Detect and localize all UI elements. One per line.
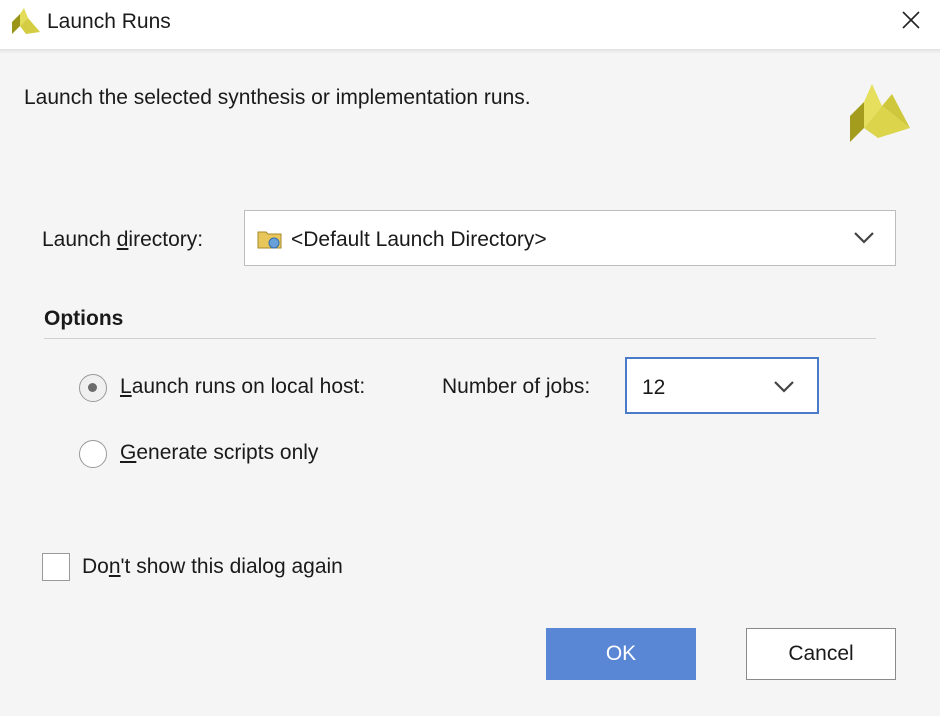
title-bar-shadow (0, 50, 940, 54)
options-section-title: Options (44, 307, 124, 330)
jobs-label-post: obs: (550, 375, 591, 398)
launch-directory-label: Launch directory: (42, 228, 203, 252)
dialog-description: Launch the selected synthesis or impleme… (24, 86, 531, 109)
title-bar[interactable]: Launch Runs (0, 0, 940, 50)
dont-show-again-checkbox[interactable] (42, 553, 70, 581)
number-of-jobs-value: 12 (642, 376, 666, 399)
launch-directory-label-pre: Launch (42, 228, 117, 251)
dont-show-label-pre: Do (82, 555, 109, 578)
folder-icon (257, 231, 282, 249)
vivado-brand-icon (850, 84, 910, 142)
jobs-label-pre: Number of (442, 375, 546, 398)
launch-directory-dropdown[interactable]: <Default Launch Directory> (244, 210, 896, 266)
generate-scripts-label[interactable]: Generate scripts only (120, 441, 318, 465)
dont-show-mnemonic: n (108, 555, 121, 578)
chevron-down-icon (774, 381, 794, 393)
close-button[interactable] (886, 0, 936, 40)
local-host-label[interactable]: Launch runs on local host: (120, 375, 365, 399)
number-of-jobs-dropdown[interactable]: 12 (625, 357, 819, 414)
launch-directory-value: <Default Launch Directory> (291, 228, 547, 251)
number-of-jobs-label: Number of jobs: (442, 375, 590, 399)
ok-button[interactable]: OK (546, 628, 696, 680)
launch-runs-dialog: Launch Runs Launch the selected synthesi… (0, 0, 940, 716)
launch-directory-label-post: irectory: (128, 228, 204, 251)
local-host-radio[interactable] (79, 374, 107, 402)
chevron-down-icon (854, 232, 874, 244)
local-host-mnemonic: L (120, 375, 132, 398)
local-host-label-post: aunch runs on local host: (131, 375, 366, 398)
dont-show-again-label[interactable]: Don't show this dialog again (82, 555, 343, 579)
close-icon (902, 11, 920, 29)
vivado-logo-icon (12, 8, 40, 34)
options-divider (44, 338, 876, 339)
generate-scripts-radio[interactable] (79, 440, 107, 468)
cancel-button[interactable]: Cancel (746, 628, 896, 680)
launch-directory-mnemonic: d (116, 228, 129, 251)
generate-scripts-label-post: enerate scripts only (136, 441, 319, 464)
generate-scripts-mnemonic: G (120, 441, 137, 464)
window-title: Launch Runs (47, 10, 171, 33)
dont-show-label-post: 't show this dialog again (120, 555, 343, 578)
